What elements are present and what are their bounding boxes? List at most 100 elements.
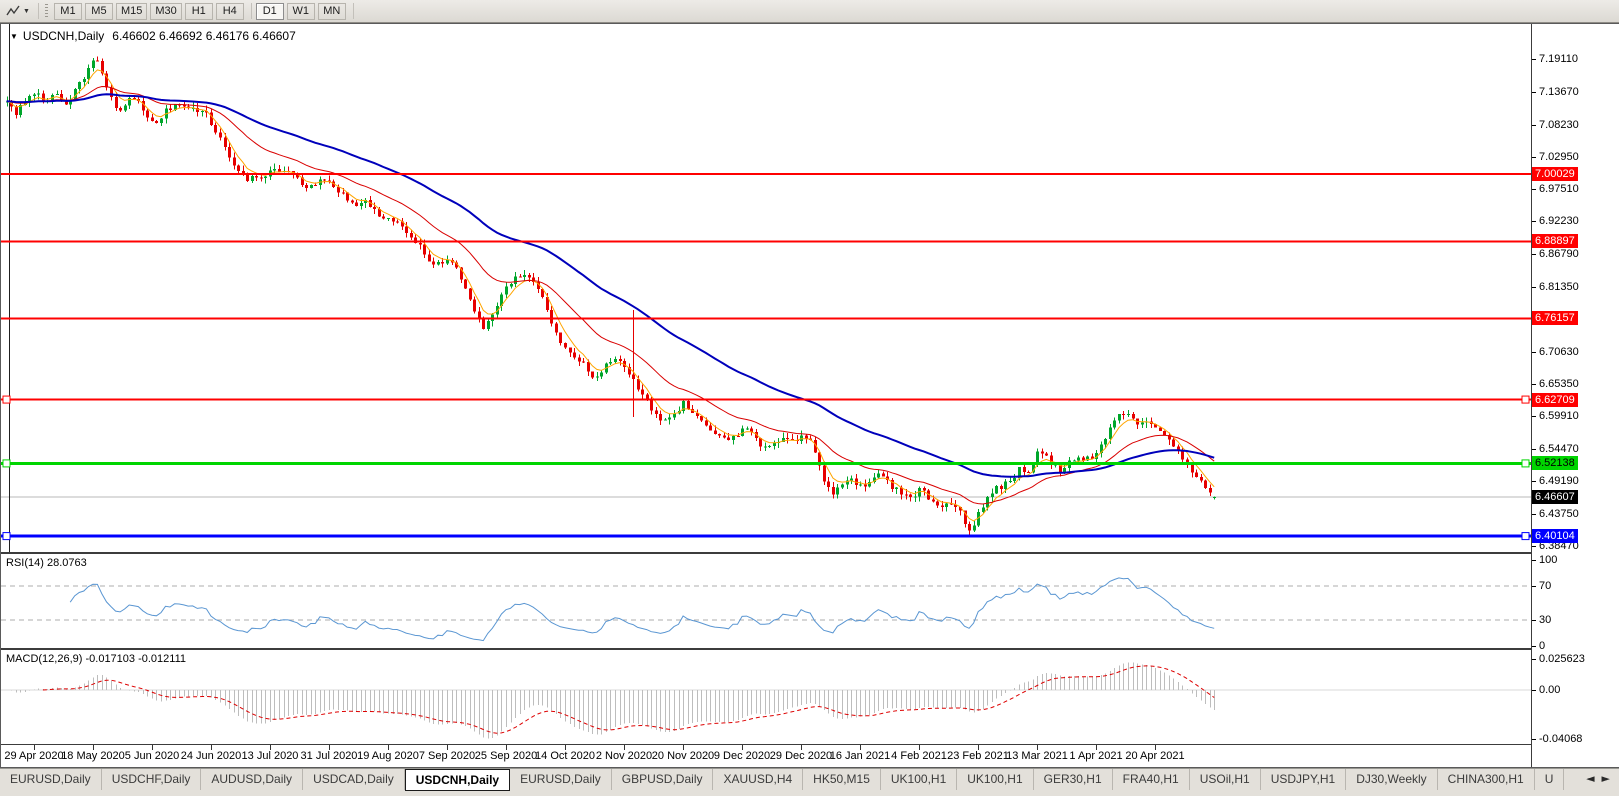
current-price-label: 6.46607 <box>1532 490 1578 504</box>
panel-separator[interactable] <box>1 648 1531 650</box>
price-axis-label: 6.54470 <box>1539 443 1579 455</box>
chart-tab-u[interactable]: U <box>1535 769 1565 790</box>
chevron-down-icon[interactable]: ▼ <box>23 8 30 15</box>
timeframe-button-m15[interactable]: M15 <box>115 2 148 20</box>
chart-tab-eurusd-daily[interactable]: EURUSD,Daily <box>0 769 102 790</box>
price-axis-label: 6.59910 <box>1539 410 1579 422</box>
rsi-indicator-label: RSI(14) 28.0763 <box>6 557 87 569</box>
tab-scroll-left-icon[interactable]: ◄ <box>1586 772 1594 785</box>
toolbar-grip[interactable] <box>44 3 48 19</box>
chart-tab-gbpusd-daily[interactable]: GBPUSD,Daily <box>612 769 714 790</box>
axis-tick-mark <box>1532 221 1536 222</box>
collapse-triangle-icon[interactable]: ▼ <box>10 32 18 41</box>
price-axis[interactable]: 7.19110 7.13670 7.08230 7.02950 6.97510 6.922… <box>1531 24 1619 767</box>
chart-tool-icon[interactable] <box>4 3 22 20</box>
axis-tick-mark <box>1532 690 1536 691</box>
price-line-label: 6.62709 <box>1532 393 1578 407</box>
time-axis-label: 20 Apr 2021 <box>1125 750 1185 762</box>
axis-tick-mark <box>1532 546 1536 547</box>
zigzag-line-icon <box>5 5 20 15</box>
price-axis-label: 7.13670 <box>1539 86 1579 98</box>
chart-tab-fra40-h1[interactable]: FRA40,H1 <box>1113 769 1190 790</box>
timeframe-button-h4[interactable]: H4 <box>215 2 244 20</box>
axis-tick-mark <box>1532 586 1536 587</box>
timeframe-button-m30[interactable]: M30 <box>150 2 182 20</box>
chart-tab-ger30-h1[interactable]: GER30,H1 <box>1034 769 1113 790</box>
price-axis-label: 7.02950 <box>1539 151 1579 163</box>
price-axis-label: 7.19110 <box>1539 53 1578 65</box>
tab-scroll-right-icon[interactable]: ► <box>1602 772 1610 785</box>
chart-title: ▼ USDCNH,Daily 6.46602 6.46692 6.46176 6… <box>10 29 296 43</box>
panel-separator[interactable] <box>1 552 1531 554</box>
top-toolbar: ▼ M1 M5 M15 M30 H1 H4 D1 W1 MN <box>0 0 1619 23</box>
axis-tick-mark <box>1532 481 1536 482</box>
chart-tab-bar: EURUSD,Daily USDCHF,Daily AUDUSD,Daily USDC… <box>0 768 1619 796</box>
chart-tab-eurusd-daily[interactable]: EURUSD,Daily <box>510 769 612 790</box>
chart-symbol-label: USDCNH,Daily <box>22 29 105 43</box>
panel-separator[interactable] <box>1 744 1531 745</box>
axis-tick-mark <box>1532 157 1536 158</box>
chart-tab-hk50-m15[interactable]: HK50,M15 <box>803 769 881 790</box>
price-axis-label: 6.86790 <box>1539 248 1579 260</box>
tab-scroll-controls: ◄ ► <box>1586 769 1619 785</box>
hline-handle[interactable] <box>1521 395 1530 404</box>
toolbar-separator <box>352 3 354 19</box>
timeframe-button-m1[interactable]: M1 <box>53 2 82 20</box>
timeframe-button-mn[interactable]: MN <box>317 2 346 20</box>
moving-average-mid <box>6 85 1215 505</box>
axis-tick-mark <box>1532 125 1536 126</box>
axis-tick-mark <box>1532 254 1536 255</box>
price-line-label: 7.00029 <box>1532 167 1578 181</box>
hline-handle[interactable] <box>2 532 11 541</box>
moving-average-slow <box>6 93 1215 478</box>
timeframe-button-h1[interactable]: H1 <box>184 2 213 20</box>
price-line-label: 6.88897 <box>1532 234 1578 248</box>
timeframe-button-d1[interactable]: D1 <box>255 2 284 20</box>
chart-window: ▼ USDCNH,Daily 6.46602 6.46692 6.46176 6… <box>0 23 1619 768</box>
axis-tick-mark <box>1532 659 1536 660</box>
chart-tab-audusd-daily[interactable]: AUDUSD,Daily <box>201 769 304 790</box>
hline-handle[interactable] <box>1521 532 1530 541</box>
chart-tab-usdcnh-daily[interactable]: USDCNH,Daily <box>404 769 511 791</box>
axis-tick-mark <box>1532 352 1536 353</box>
axis-tick-mark <box>1532 59 1536 60</box>
axis-tick-mark <box>1532 646 1536 647</box>
price-axis-label: 6.81350 <box>1539 281 1579 293</box>
price-axis-label: 30 <box>1539 614 1552 626</box>
chart-tab-xauusd-h4[interactable]: XAUUSD,H4 <box>713 769 804 790</box>
chart-tab-usdchf-daily[interactable]: USDCHF,Daily <box>102 769 202 790</box>
price-line-label: 6.76157 <box>1532 311 1578 325</box>
price-axis-label: 6.92230 <box>1539 215 1579 227</box>
chart-tab-dj30-weekly[interactable]: DJ30,Weekly <box>1346 769 1438 790</box>
price-axis-label: 6.65350 <box>1539 378 1579 390</box>
chart-tab-china300-h1[interactable]: CHINA300,H1 <box>1438 769 1535 790</box>
timeframe-button-m5[interactable]: M5 <box>84 2 113 20</box>
price-axis-label: 0.025623 <box>1539 653 1585 665</box>
moving-average-fast <box>6 69 1215 522</box>
price-axis-label: -0.04068 <box>1539 733 1583 745</box>
chart-tab-usoil-h1[interactable]: USOil,H1 <box>1190 769 1261 790</box>
price-axis-label: 70 <box>1539 580 1552 592</box>
price-axis-label: 6.43750 <box>1539 508 1579 520</box>
toolbar-separator <box>250 3 252 19</box>
toolbar-separator <box>37 3 39 19</box>
macd-histogram <box>11 662 1215 739</box>
chart-tab-usdjpy-h1[interactable]: USDJPY,H1 <box>1261 769 1347 790</box>
chart-ohlc-values: 6.46602 6.46692 6.46176 6.46607 <box>112 29 296 43</box>
hline-handle[interactable] <box>2 459 11 468</box>
axis-tick-mark <box>1532 189 1536 190</box>
chart-tab-uk100-h1[interactable]: UK100,H1 <box>881 769 958 790</box>
price-line-label: 6.40104 <box>1532 529 1578 543</box>
timeframe-button-w1[interactable]: W1 <box>286 2 315 20</box>
hline-handle[interactable] <box>1521 459 1530 468</box>
hline-handle[interactable] <box>2 395 11 404</box>
axis-tick-mark <box>1532 449 1536 450</box>
axis-tick-mark <box>1532 287 1536 288</box>
price-axis-label: 6.70630 <box>1539 346 1579 358</box>
price-axis-label: 0.00 <box>1539 684 1561 696</box>
chart-tab-usdcad-daily[interactable]: USDCAD,Daily <box>303 769 405 790</box>
macd-signal-line <box>42 665 1215 734</box>
price-axis-label: 0 <box>1539 640 1546 652</box>
chart-tab-uk100-h1[interactable]: UK100,H1 <box>957 769 1034 790</box>
axis-tick-mark <box>1532 620 1536 621</box>
